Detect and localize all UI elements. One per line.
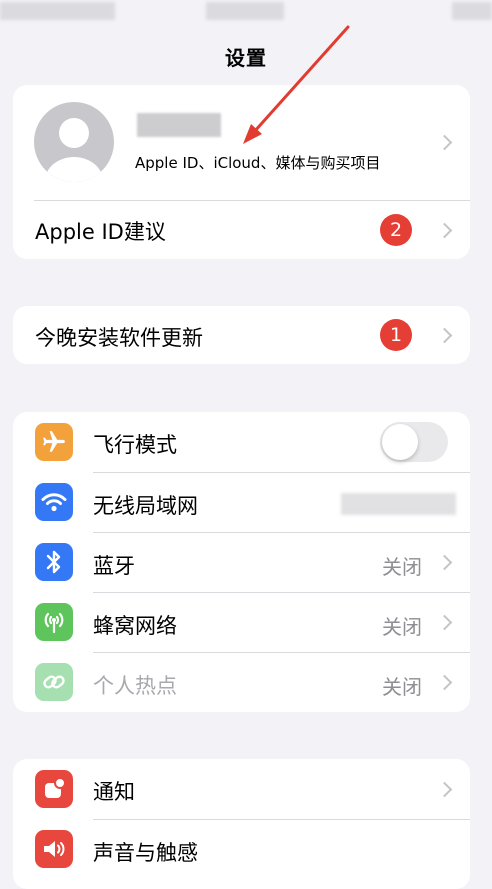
profile-card: Apple ID、iCloud、媒体与购买项目 Apple ID建议 2	[13, 85, 470, 259]
bluetooth-icon	[35, 543, 73, 581]
cellular-label: 蜂窝网络	[93, 614, 177, 638]
chevron-right-icon	[436, 674, 453, 691]
hotspot-status: 关闭	[382, 675, 422, 699]
cellular-row[interactable]: 蜂窝网络 关闭	[13, 593, 470, 652]
notification-icon	[35, 770, 73, 808]
wifi-network-name-blurred	[341, 493, 456, 515]
chevron-right-icon	[436, 614, 453, 631]
apple-id-row[interactable]: Apple ID、iCloud、媒体与购买项目	[13, 85, 470, 200]
update-badge: 1	[380, 319, 412, 351]
system-card: 通知 声音与触感	[13, 759, 470, 889]
software-update-card[interactable]: 今晚安装软件更新 1	[13, 306, 470, 364]
apple-id-subtitle: Apple ID、iCloud、媒体与购买项目	[135, 154, 381, 172]
status-bar	[0, 0, 492, 24]
bluetooth-label: 蓝牙	[93, 554, 135, 578]
bluetooth-row[interactable]: 蓝牙 关闭	[13, 533, 470, 592]
cellular-icon	[35, 603, 73, 641]
software-update-label: 今晚安装软件更新	[35, 326, 203, 350]
airplane-mode-toggle[interactable]	[380, 422, 448, 462]
notifications-label: 通知	[93, 780, 135, 804]
account-name-blurred	[137, 113, 221, 137]
hotspot-row[interactable]: 个人热点 关闭	[13, 653, 470, 712]
avatar	[34, 102, 114, 182]
wifi-icon	[35, 483, 73, 521]
sound-icon	[35, 830, 73, 868]
hotspot-label: 个人热点	[93, 674, 177, 698]
chevron-right-icon	[436, 554, 453, 571]
chevron-right-icon	[436, 222, 453, 239]
connectivity-card: 飞行模式 无线局域网 蓝牙 关闭 蜂窝网络 关闭 个人热点 关闭	[13, 412, 470, 712]
airplane-mode-row: 飞行模式	[13, 412, 470, 472]
apple-id-suggestions-label: Apple ID建议	[35, 220, 166, 244]
airplane-icon	[35, 423, 73, 461]
chevron-right-icon	[436, 781, 453, 798]
cellular-status: 关闭	[382, 615, 422, 639]
page-title: 设置	[225, 46, 267, 70]
chevron-right-icon	[436, 134, 453, 151]
sounds-haptics-label: 声音与触感	[93, 841, 198, 865]
chevron-right-icon	[436, 327, 453, 344]
avatar-silhouette-icon	[45, 118, 103, 182]
bluetooth-status: 关闭	[382, 555, 422, 579]
airplane-mode-label: 飞行模式	[93, 433, 177, 457]
apple-id-suggestions-row[interactable]: Apple ID建议 2	[13, 201, 470, 259]
wifi-label: 无线局域网	[93, 494, 198, 518]
notifications-row[interactable]: 通知	[13, 759, 470, 819]
suggestions-badge: 2	[380, 214, 412, 246]
sounds-haptics-row[interactable]: 声音与触感	[13, 820, 470, 879]
wifi-row[interactable]: 无线局域网	[13, 473, 470, 532]
hotspot-icon	[35, 663, 73, 701]
